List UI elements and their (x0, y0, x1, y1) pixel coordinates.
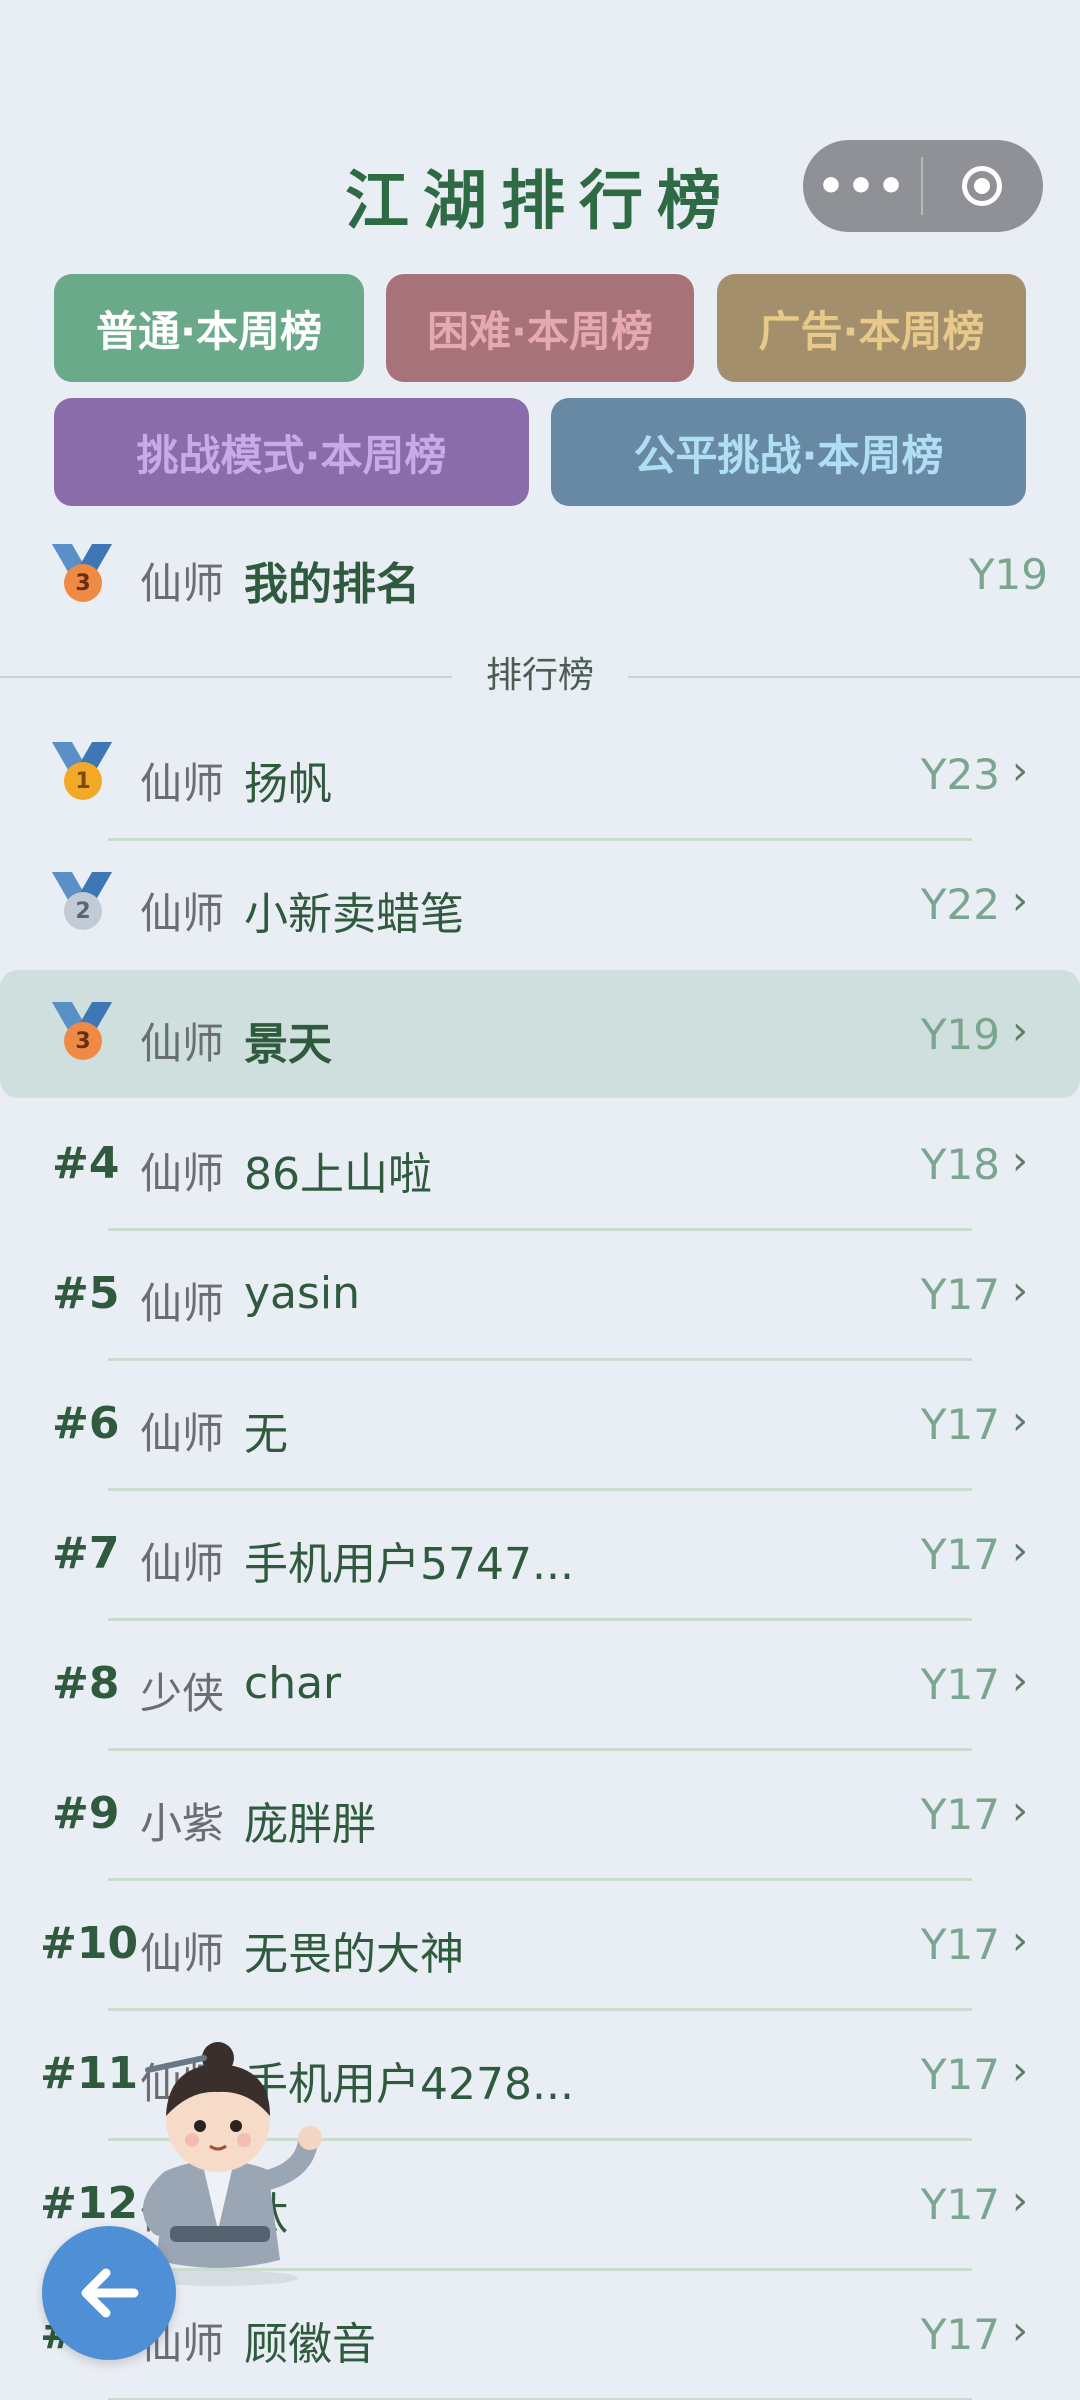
chevron-right-icon: › (1012, 2308, 1028, 2354)
player-role: 仙师 (140, 889, 225, 938)
player-score: Y17 (920, 2050, 1000, 2099)
tab-ad-weekly[interactable]: 广告·本周榜 (717, 274, 1026, 382)
bronze-medal-icon: 3 (52, 1002, 112, 1066)
player-name: 无 (244, 1409, 288, 1460)
player-score: Y17 (920, 1660, 1000, 1709)
player-name: 小新卖蜡笔 (244, 889, 464, 940)
rank-number: #6 (52, 1398, 120, 1449)
player-name: 手机用户5747... (244, 1539, 574, 1590)
leaderboard-row[interactable]: #8 少侠 char Y17 › (0, 1620, 1080, 1748)
tab-fair-challenge-weekly[interactable]: 公平挑战·本周榜 (551, 398, 1026, 506)
player-name: 86上山啦 (244, 1149, 432, 1200)
player-score: Y17 (920, 2310, 1000, 2359)
player-score: Y17 (920, 2180, 1000, 2229)
my-rank-role: 仙师 (140, 559, 225, 608)
player-role: 少侠 (140, 1669, 225, 1718)
chevron-right-icon: › (1012, 2048, 1028, 2094)
player-name: 景天 (244, 1019, 332, 1070)
leaderboard-row[interactable]: 3 仙师 景天 Y19 › (0, 970, 1080, 1098)
my-rank-row: 3 仙师 我的排名 Y19 (0, 530, 1080, 620)
my-rank-label: 我的排名 (244, 559, 420, 610)
back-button[interactable] (42, 2226, 176, 2360)
leaderboard-row[interactable]: 2 仙师 小新卖蜡笔 Y22 › (0, 840, 1080, 968)
chevron-right-icon: › (1012, 878, 1028, 924)
chevron-right-icon: › (1012, 1918, 1028, 1964)
more-dots-icon[interactable]: ••• (803, 140, 921, 232)
chevron-right-icon: › (1012, 1658, 1028, 1704)
player-score: Y17 (920, 1790, 1000, 1839)
player-role: 仙师 (140, 1539, 225, 1588)
chevron-right-icon: › (1012, 1788, 1028, 1834)
chevron-right-icon: › (1012, 1528, 1028, 1574)
chevron-right-icon: › (1012, 1138, 1028, 1184)
chevron-right-icon: › (1012, 1008, 1028, 1054)
leaderboard-row[interactable]: #9 小紫 庞胖胖 Y17 › (0, 1750, 1080, 1878)
leaderboard-row[interactable]: #5 仙师 yasin Y17 › (0, 1230, 1080, 1358)
player-role: 小紫 (140, 1799, 225, 1848)
tab-hard-weekly[interactable]: 困难·本周榜 (386, 274, 694, 382)
player-name: 庞胖胖 (244, 1799, 376, 1850)
rank-number: #9 (52, 1788, 120, 1839)
player-name: 扬帆 (244, 759, 332, 810)
arrow-left-icon (81, 2268, 139, 2318)
player-score: Y17 (920, 1530, 1000, 1579)
chevron-right-icon: › (1012, 1268, 1028, 1314)
chevron-right-icon: › (1012, 1398, 1028, 1444)
chevron-right-icon: › (1012, 2178, 1028, 2224)
player-name: yasin (244, 1268, 361, 1319)
tab-normal-weekly[interactable]: 普通·本周榜 (54, 274, 364, 382)
leaderboard-page: 江湖排行榜 ••• 普通·本周榜 困难·本周榜 广告·本周榜 挑战模式·本周榜 … (0, 0, 1080, 2400)
leaderboard-row[interactable]: #6 仙师无 Y17 › (0, 1360, 1080, 1488)
leaderboard-row[interactable]: #7 仙师 手机用户5747... Y17 › (0, 1490, 1080, 1618)
player-score: Y17 (920, 1920, 1000, 1969)
silver-medal-icon: 2 (52, 872, 112, 936)
chevron-right-icon: › (1012, 748, 1028, 794)
rank-number: #5 (52, 1268, 120, 1319)
player-score: Y17 (920, 1400, 1000, 1449)
leaderboard-row[interactable]: #4 仙师 86上山啦 Y18 › (0, 1100, 1080, 1228)
player-role: 仙师 (140, 1409, 225, 1458)
miniprogram-capsule: ••• (803, 140, 1043, 232)
player-role: 仙师 (140, 1279, 225, 1328)
leaderboard-row[interactable]: 1 仙师 扬帆 Y23 › (0, 710, 1080, 838)
player-score: Y18 (920, 1140, 1000, 1189)
player-score: Y22 (920, 880, 1000, 929)
leaderboard-row[interactable]: #10 仙师 无畏的大神 Y17 › (0, 1880, 1080, 2008)
gold-medal-icon: 1 (52, 742, 112, 806)
my-rank-score: Y19 (968, 550, 1048, 599)
bronze-medal-icon: 3 (52, 544, 112, 608)
player-score: Y23 (920, 750, 1000, 799)
target-circle-icon[interactable] (923, 140, 1041, 232)
rank-number: #4 (52, 1138, 120, 1189)
player-role: 仙师 (140, 1019, 225, 1068)
player-score: Y17 (920, 1270, 1000, 1319)
player-score: Y19 (920, 1010, 1000, 1059)
rank-number: #7 (52, 1528, 120, 1579)
player-role: 仙师 (140, 759, 225, 808)
player-role: 仙师 (140, 1149, 225, 1198)
rank-number: #10 (40, 1918, 139, 1969)
tab-challenge-weekly[interactable]: 挑战模式·本周榜 (54, 398, 529, 506)
player-name: 无畏的大神 (244, 1929, 464, 1980)
player-role: 仙师 (140, 1929, 225, 1978)
player-name: 顾徽音 (244, 2319, 376, 2370)
rank-number: #8 (52, 1658, 120, 1709)
player-name: char (244, 1658, 342, 1709)
leaderboard-label: 排行榜 (452, 650, 628, 702)
